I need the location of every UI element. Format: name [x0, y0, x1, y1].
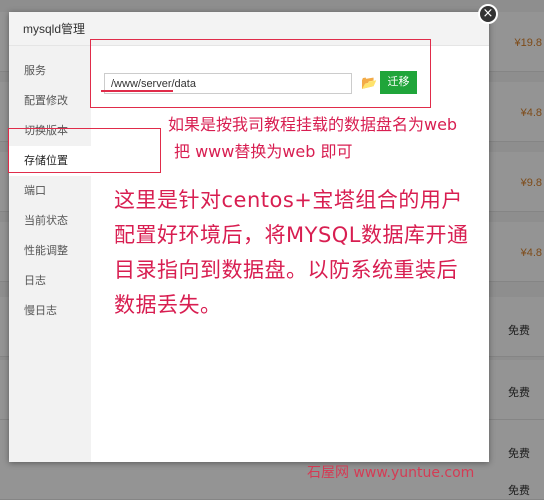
close-icon[interactable]: ×	[478, 4, 498, 24]
dialog-sidebar: 服务 配置修改 切换版本 存储位置 端口 当前状态 性能调整 日志 慢日志	[9, 46, 91, 462]
sidebar-item-log[interactable]: 日志	[9, 266, 91, 296]
sidebar-item-port[interactable]: 端口	[9, 176, 91, 206]
sidebar-item-config[interactable]: 配置修改	[9, 86, 91, 116]
annotation-note-line: 如果是按我司教程挂载的数据盘名为web	[168, 115, 458, 134]
annotation-box-path	[90, 39, 431, 108]
sidebar-item-performance[interactable]: 性能调整	[9, 236, 91, 266]
sidebar-item-status[interactable]: 当前状态	[9, 206, 91, 236]
annotation-description-line: 这里是针对centos+宝塔组合的用户	[114, 188, 463, 212]
annotation-underline	[101, 90, 173, 92]
watermark: 石屋网 www.yuntue.com	[307, 465, 475, 481]
sidebar-item-slow-log[interactable]: 慢日志	[9, 296, 91, 326]
annotation-description-line: 配置好环境后，将MYSQL数据库开通	[114, 223, 469, 247]
annotation-note-line: 把 www替换为web 即可	[174, 142, 353, 161]
annotation-box-storage	[8, 128, 161, 173]
sidebar-item-service[interactable]: 服务	[9, 56, 91, 86]
annotation-description-line: 数据丢失。	[114, 293, 222, 317]
annotation-description-line: 目录指向到数据盘。以防系统重装后	[114, 258, 458, 282]
